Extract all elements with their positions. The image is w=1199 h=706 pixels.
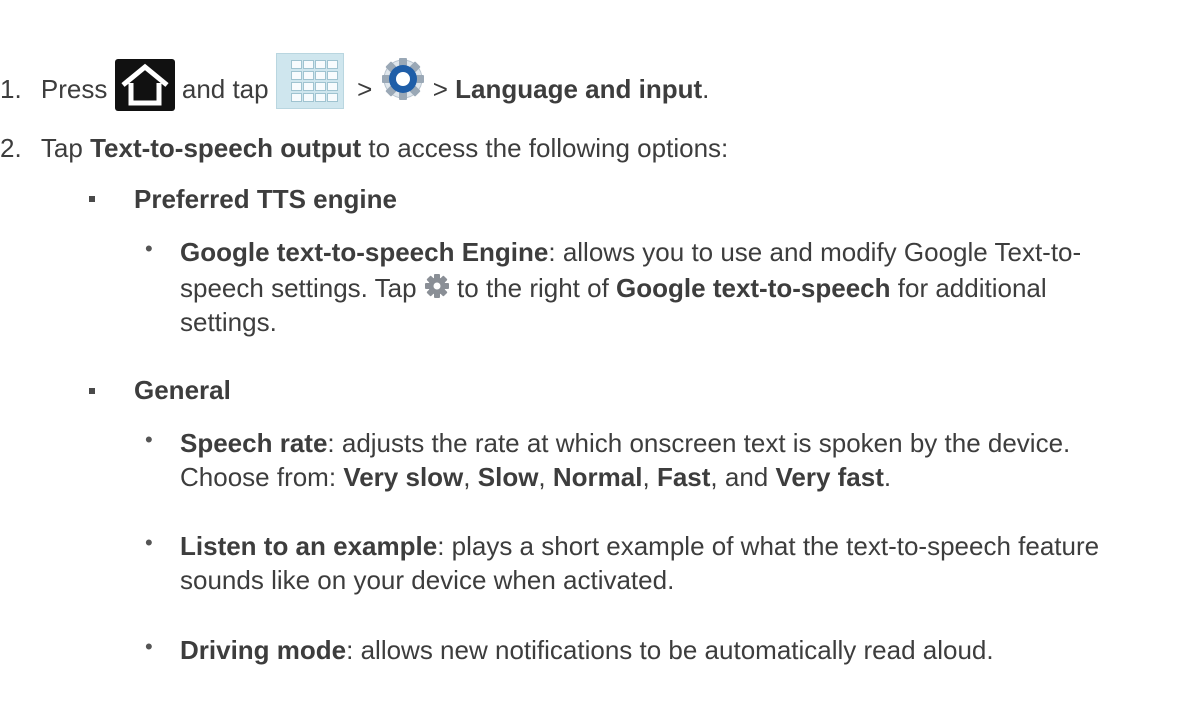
- section-heading: General: [134, 375, 231, 405]
- square-bullet: [89, 388, 95, 394]
- list-item-google-engine-line3: settings.: [180, 307, 277, 337]
- settings-icon: [380, 56, 426, 102]
- section-heading: Preferred TTS engine: [134, 184, 397, 214]
- square-bullet: [89, 196, 95, 202]
- separator: >: [432, 73, 448, 104]
- list-item-speech-rate: Speech rate: adjusts the rate at which o…: [180, 428, 1071, 458]
- step-text: Press: [40, 73, 108, 104]
- step-text: and tap: [181, 73, 269, 104]
- step-text: to access the following options:: [368, 133, 729, 163]
- apps-icon: [275, 53, 344, 109]
- dot-bullet: •: [145, 634, 153, 659]
- menu-target: Language and input: [455, 73, 703, 104]
- list-item-speech-rate-line2: Choose from: Very slow, Slow, Normal, Fa…: [180, 462, 892, 492]
- dot-bullet: •: [145, 427, 153, 452]
- list-item-google-engine: Google text-to-speech Engine: allows you…: [180, 237, 1082, 267]
- list-item-listen-example: Listen to an example: plays a short exam…: [180, 531, 1100, 561]
- step-1: 1. Press and tap > > Language and input.: [0, 53, 709, 119]
- step-text: Tap: [40, 133, 83, 163]
- gear-icon: [424, 273, 450, 299]
- step-2: 2. Tap Text-to-speech output to access t…: [0, 132, 728, 164]
- dot-bullet: •: [145, 236, 153, 261]
- step-number: 1.: [0, 73, 22, 104]
- list-item-driving-mode: Driving mode: allows new notifications t…: [180, 635, 994, 665]
- step-number: 2.: [0, 133, 22, 163]
- dot-bullet: •: [145, 530, 153, 555]
- list-item-google-engine-line2: speech settings. Tap to the right of Goo…: [180, 273, 1047, 303]
- list-item-listen-example-line2: sounds like on your device when activate…: [180, 565, 675, 595]
- home-icon: [114, 59, 175, 111]
- menu-target: Text-to-speech output: [90, 133, 362, 163]
- separator: >: [357, 73, 373, 104]
